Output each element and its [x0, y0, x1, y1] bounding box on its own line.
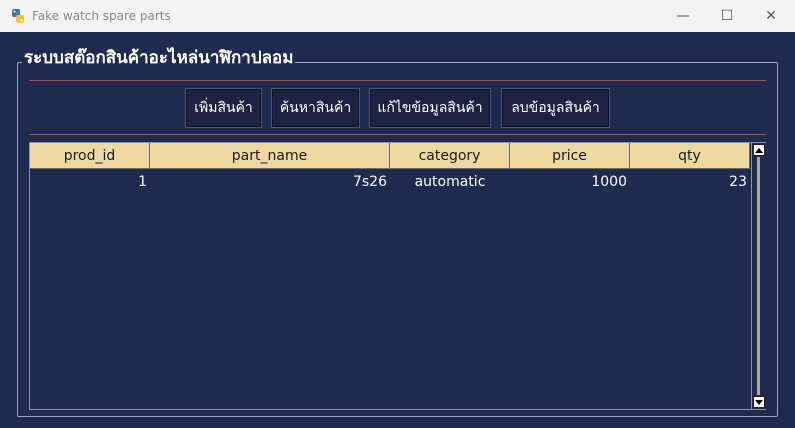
app-window: Fake watch spare parts — ☐ ✕ ระบบสต๊อกสิ…: [0, 0, 795, 428]
scroll-up-button[interactable]: [753, 144, 765, 156]
column-header-part-name[interactable]: part_name: [150, 143, 390, 169]
product-table[interactable]: prod_id part_name category price qty 1 7…: [29, 142, 766, 410]
column-header-prod-id[interactable]: prod_id: [30, 143, 150, 169]
table-header: prod_id part_name category price qty: [30, 143, 750, 169]
scroll-down-button[interactable]: [753, 396, 765, 408]
close-button[interactable]: ✕: [748, 0, 794, 32]
cell-prod-id: 1: [138, 174, 147, 190]
search-product-button[interactable]: ค้นหาสินค้า: [271, 88, 360, 128]
table-row[interactable]: 1 7s26 automatic 1000 23: [30, 170, 750, 194]
cell-qty: 23: [729, 174, 747, 190]
cell-part-name: 7s26: [352, 174, 387, 190]
group-title: ระบบสต๊อกสินค้าอะไหล่นาฬิกาปลอม: [22, 44, 296, 71]
divider-bottom: [29, 134, 766, 135]
window-title: Fake watch spare parts: [32, 9, 171, 23]
column-header-price[interactable]: price: [510, 143, 630, 169]
scroll-track[interactable]: [757, 157, 760, 395]
minimize-icon: —: [676, 8, 690, 24]
cell-price: 1000: [591, 174, 627, 190]
column-header-qty[interactable]: qty: [630, 143, 750, 169]
arrow-up-icon: [755, 147, 763, 153]
divider-top: [29, 80, 766, 81]
cell-category: automatic: [414, 174, 486, 190]
delete-product-button[interactable]: ลบข้อมูลสินค้า: [501, 88, 610, 128]
add-product-button[interactable]: เพิ่มสินค้า: [185, 88, 262, 128]
title-bar[interactable]: Fake watch spare parts — ☐ ✕: [0, 0, 795, 32]
maximize-button[interactable]: ☐: [704, 0, 750, 32]
python-icon: [10, 8, 26, 24]
edit-product-button[interactable]: แก้ไขข้อมูลสินค้า: [369, 88, 491, 128]
vertical-scrollbar[interactable]: [751, 143, 766, 409]
minimize-button[interactable]: —: [660, 0, 706, 32]
arrow-down-icon: [755, 399, 763, 405]
close-icon: ✕: [765, 8, 777, 24]
column-header-category[interactable]: category: [390, 143, 510, 169]
maximize-icon: ☐: [720, 8, 734, 24]
